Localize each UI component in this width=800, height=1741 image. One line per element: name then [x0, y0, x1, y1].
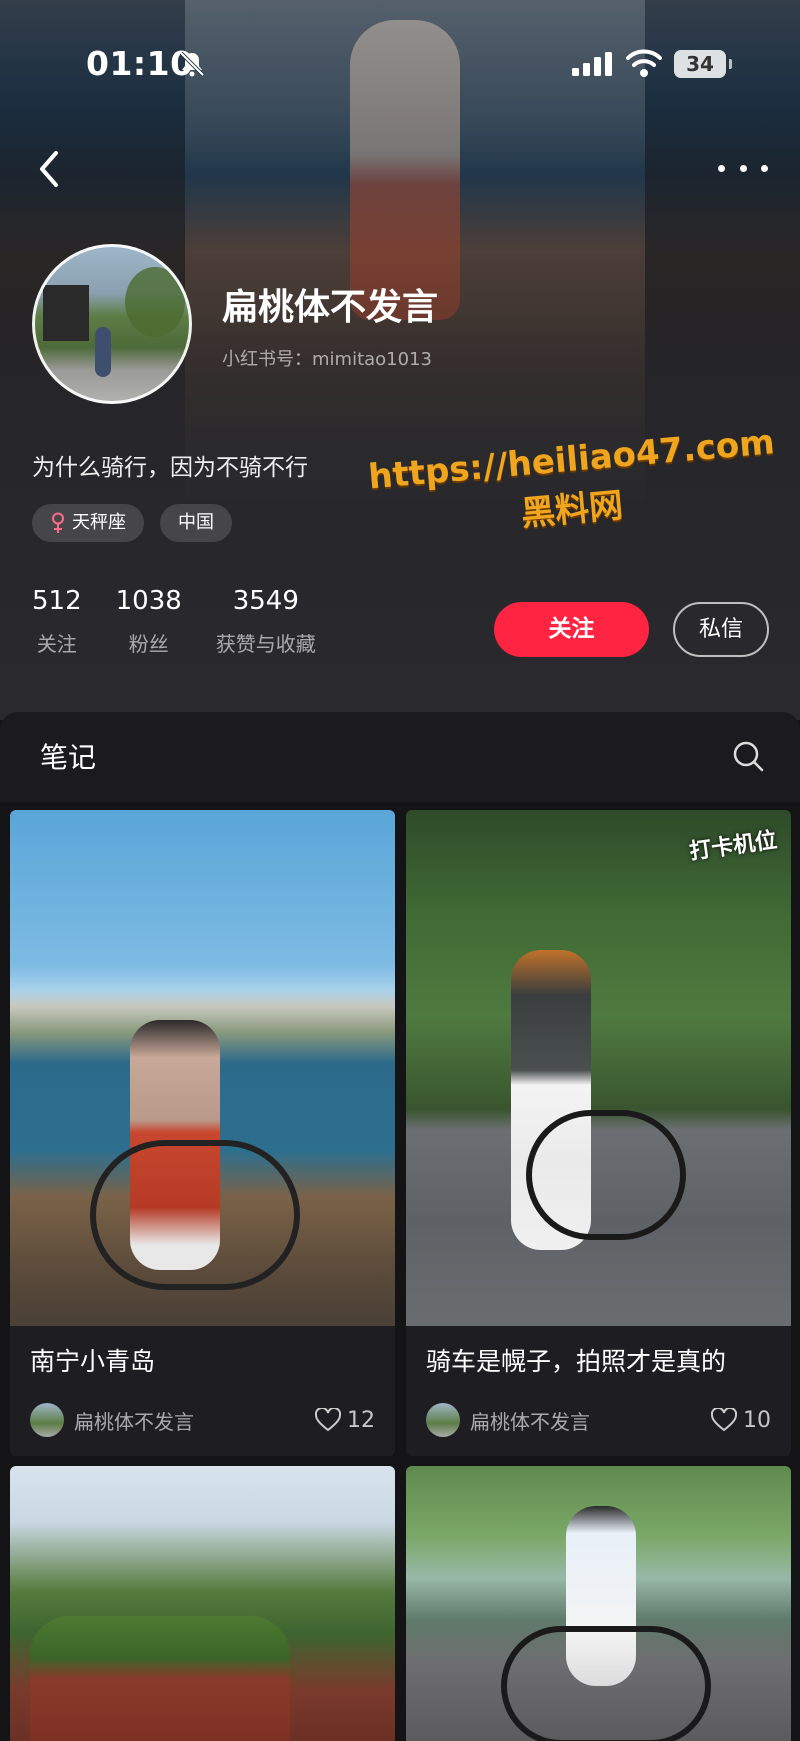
stat-value: 3549 — [232, 586, 299, 616]
note-author[interactable]: 扁桃体不发言 — [470, 1406, 711, 1435]
status-bar: 01:10 34 — [0, 0, 800, 130]
wifi-icon — [626, 49, 662, 77]
battery-indicator: 34 — [674, 50, 732, 78]
profile-name: 扁桃体不发言 — [222, 287, 439, 328]
tag-zodiac-label: 天秤座 — [72, 512, 126, 533]
note-thumbnail[interactable] — [10, 1466, 395, 1741]
signal-icon — [572, 52, 612, 76]
stat-value: 512 — [32, 586, 82, 616]
female-icon — [52, 512, 64, 533]
more-icon[interactable] — [718, 156, 768, 180]
back-icon[interactable] — [30, 145, 70, 193]
heart-icon — [315, 1408, 341, 1432]
author-avatar[interactable] — [426, 1403, 460, 1437]
note-thumbnail[interactable] — [406, 1466, 791, 1741]
heart-icon — [711, 1408, 737, 1432]
like-button[interactable]: 10 — [711, 1408, 771, 1433]
stat-label: 关注 — [36, 632, 77, 656]
stat-following[interactable]: 512 关注 — [32, 586, 82, 657]
stat-label: 粉丝 — [128, 632, 169, 656]
tag-zodiac: 天秤座 — [32, 504, 144, 542]
follow-button[interactable]: 关注 — [494, 602, 649, 657]
note-title: 骑车是幌子，拍照才是真的 — [426, 1347, 727, 1376]
notes-panel: 笔记 南宁小青岛 扁桃体不发言 12 打卡机位 骑车是幌子，拍照才是真的 扁桃体… — [0, 712, 800, 1741]
like-count: 12 — [347, 1407, 375, 1433]
stat-followers[interactable]: 1038 粉丝 — [116, 586, 182, 657]
message-button[interactable]: 私信 — [673, 602, 769, 657]
tab-notes[interactable]: 笔记 — [40, 736, 96, 776]
note-sticker: 打卡机位 — [688, 827, 779, 865]
stat-label: 获赞与收藏 — [215, 632, 316, 656]
note-card[interactable]: 南宁小青岛 扁桃体不发言 12 — [10, 810, 395, 1456]
note-card[interactable] — [10, 1466, 395, 1741]
note-author[interactable]: 扁桃体不发言 — [74, 1406, 315, 1435]
tag-location: 中国 — [160, 504, 232, 542]
mute-icon — [179, 51, 205, 77]
like-button[interactable]: 12 — [315, 1408, 375, 1433]
note-card[interactable]: 打卡机位 骑车是幌子，拍照才是真的 扁桃体不发言 10 — [406, 810, 791, 1456]
profile-stats: 512 关注 1038 粉丝 3549 获赞与收藏 — [32, 586, 350, 657]
note-meta: 扁桃体不发言 10 — [426, 1402, 771, 1438]
avatar[interactable] — [32, 244, 192, 404]
tab-bar: 笔记 — [0, 712, 800, 802]
profile-header: 01:10 34 扁桃体不发言 小红书号：mimitao1013 为什么骑行，因… — [0, 0, 800, 720]
note-card[interactable] — [406, 1466, 791, 1741]
note-meta: 扁桃体不发言 12 — [30, 1402, 375, 1438]
stat-likes-saves[interactable]: 3549 获赞与收藏 — [216, 586, 316, 657]
like-count: 10 — [743, 1407, 771, 1433]
profile-id[interactable]: 小红书号：mimitao1013 — [222, 345, 432, 371]
profile-bio: 为什么骑行，因为不骑不行 — [32, 455, 308, 481]
search-icon[interactable] — [730, 738, 766, 774]
author-avatar[interactable] — [30, 1403, 64, 1437]
stat-value: 1038 — [115, 586, 182, 616]
profile-tags: 天秤座 中国 — [32, 504, 232, 542]
note-title: 南宁小青岛 — [30, 1347, 156, 1376]
tag-location-label: 中国 — [178, 512, 214, 533]
note-thumbnail[interactable] — [10, 810, 395, 1326]
note-thumbnail[interactable]: 打卡机位 — [406, 810, 791, 1326]
